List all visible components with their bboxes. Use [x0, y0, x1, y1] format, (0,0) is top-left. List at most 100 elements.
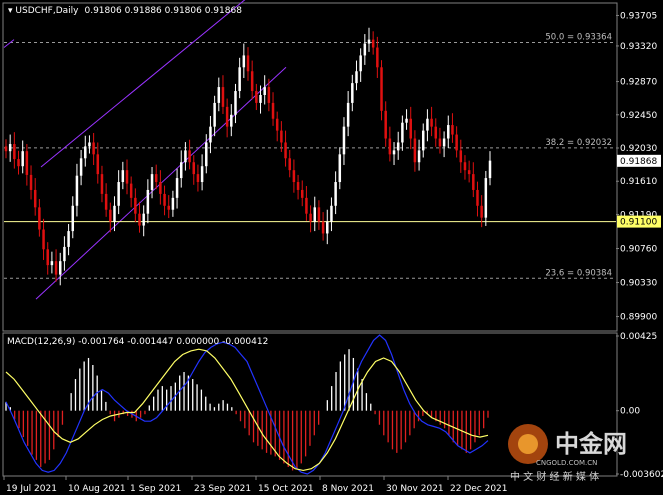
candle-body: [359, 55, 362, 72]
current-price-label: 0.91868: [620, 157, 657, 167]
candle-body: [451, 125, 454, 135]
candle-body: [380, 67, 383, 111]
macd-lines: [5, 334, 489, 475]
macd-line: [5, 334, 489, 475]
candle-body: [154, 174, 158, 183]
candle-body: [434, 126, 438, 139]
candle-body: [159, 182, 162, 194]
candle-body: [367, 39, 371, 44]
candle-body: [363, 43, 367, 56]
candle-body: [75, 175, 79, 206]
fib-level-label: 38.2 = 0.92032: [545, 138, 612, 148]
candle-body: [163, 193, 166, 206]
time-axis: 19 Jul 2021 10 Aug 2021 1 Sep 2021 23 Sep 2…: [3, 476, 508, 494]
candle-body: [184, 150, 187, 163]
candle-body: [392, 150, 396, 155]
candle-body: [205, 142, 208, 167]
candle-body: [25, 151, 29, 175]
candle-body: [305, 197, 308, 214]
candle-body: [67, 231, 70, 247]
candle-body: [63, 246, 66, 262]
candle-body: [263, 87, 266, 95]
macd-tick-label: -0.003602: [620, 470, 663, 480]
time-tick-label: 19 Jul 2021: [6, 484, 57, 494]
time-tick-label: 1 Sep 2021: [130, 484, 181, 494]
candle-body: [209, 126, 212, 143]
candle-body: [447, 125, 450, 139]
candle-body: [175, 178, 179, 198]
candle-body: [138, 213, 141, 226]
logo-inner-icon: [518, 434, 538, 454]
candle-body: [167, 205, 170, 210]
candle-body: [21, 151, 24, 167]
candle-body: [271, 102, 275, 119]
candle-body: [109, 209, 112, 222]
candle-body: [405, 118, 408, 123]
candle-body: [221, 87, 225, 107]
candle-body: [396, 142, 400, 151]
fib-level-label: 50.0 = 0.93364: [545, 32, 612, 42]
time-tick-label: 22 Dec 2021: [450, 484, 508, 494]
candle-body: [225, 106, 229, 127]
price-header: ▾ USDCHF,Daily 0.91806 0.91886 0.91806 0.…: [8, 6, 242, 16]
ohlc-values: 0.91806 0.91886 0.91806 0.91868: [84, 6, 242, 16]
candle-body: [342, 126, 346, 155]
candle-body: [455, 134, 458, 151]
candle-body: [376, 47, 379, 68]
candle-body: [79, 158, 83, 176]
candle-body: [384, 110, 387, 139]
candle-body: [284, 142, 287, 159]
candle-body: [246, 55, 250, 72]
candle-body: [355, 71, 358, 84]
signal-line: [5, 348, 489, 472]
candle-body: [8, 144, 12, 152]
candle-body: [196, 174, 200, 183]
candle-body: [192, 162, 196, 175]
candle-body: [33, 189, 37, 208]
candle-body: [267, 87, 271, 103]
candle-body: [313, 207, 317, 222]
candle-body: [42, 229, 45, 250]
candle-body: [100, 174, 104, 194]
price-tick-label: 0.90760: [620, 245, 657, 255]
candle-body: [426, 118, 429, 131]
candle-body: [134, 197, 137, 214]
candle-body: [4, 146, 8, 152]
candle-body: [259, 94, 262, 103]
candle-body: [217, 87, 221, 103]
candle-body: [409, 118, 412, 139]
candle-body: [121, 170, 125, 183]
candle-body: [430, 118, 433, 127]
candle-body: [421, 130, 425, 151]
candle-body: [413, 138, 417, 163]
candle-body: [371, 39, 375, 48]
macd-tick-label: 0.00425: [620, 332, 657, 342]
watermark-logo: 中金网 CNGOLD.COM.CN 中 文 财 经 新 媒 体: [508, 424, 627, 483]
candle-body: [146, 189, 150, 214]
candle-body: [17, 159, 20, 167]
watermark-slogan: 中 文 财 经 新 媒 体: [510, 470, 599, 483]
price-tick-label: 0.89900: [620, 313, 657, 323]
candle-body: [476, 189, 479, 206]
candle-body: [92, 142, 95, 155]
candle-body: [467, 170, 471, 175]
candle-body: [38, 207, 41, 230]
candle-body: [88, 142, 91, 147]
candle-body: [484, 178, 488, 218]
candle-body: [275, 118, 279, 131]
price-tick-label: 0.92030: [620, 144, 657, 154]
candle-body: [480, 205, 483, 218]
candle-body: [317, 207, 321, 222]
price-tick-label: 0.92870: [620, 78, 657, 88]
price-axis: 0.93705 0.93320 0.92870 0.92450 0.92030 0.916…: [616, 11, 657, 323]
candle-body: [230, 114, 233, 127]
candle-body: [188, 150, 191, 163]
candle-body: [472, 174, 475, 190]
candle-body: [417, 150, 421, 163]
candle-body: [459, 150, 463, 163]
candle-body: [255, 91, 258, 103]
level-price-label: 0.91100: [620, 218, 657, 228]
candle-body: [292, 170, 296, 183]
candle-body: [280, 130, 283, 143]
macd-tick-label: 0.00: [620, 407, 640, 417]
